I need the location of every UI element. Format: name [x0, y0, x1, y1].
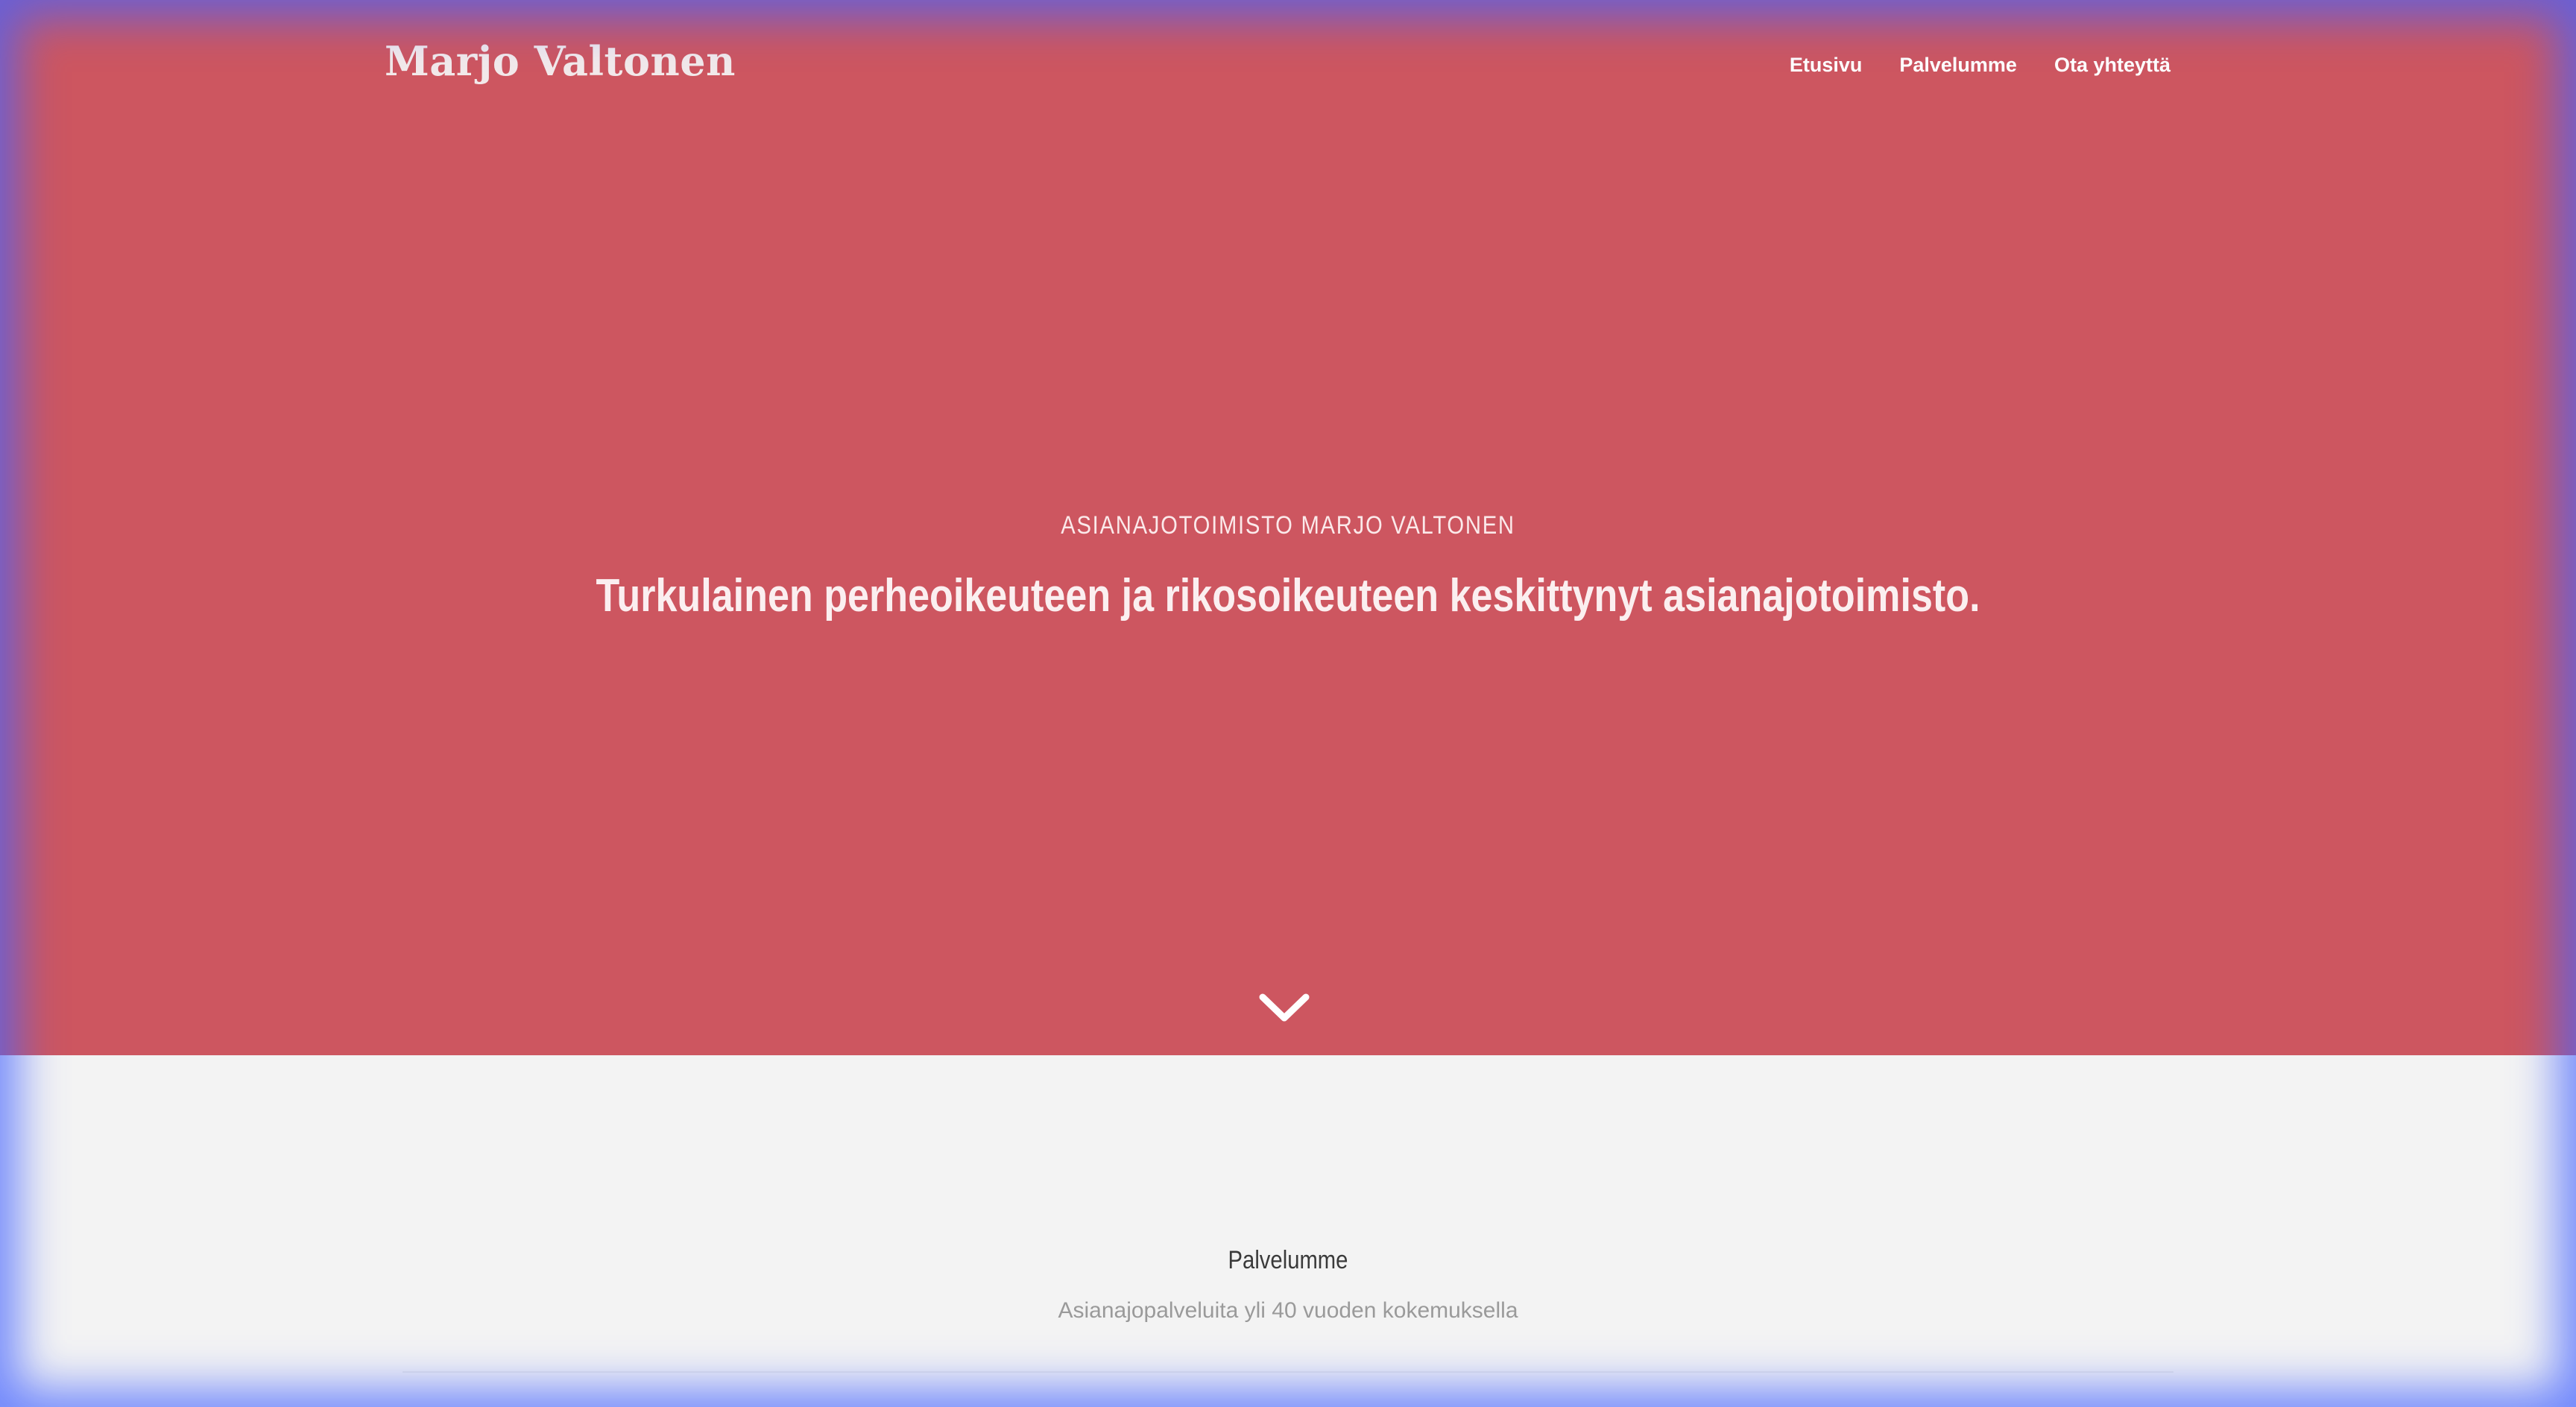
- services-subtitle: Asianajopalveluita yli 40 vuoden kokemuk…: [1058, 1298, 1518, 1323]
- hero-section: Marjo Valtonen Etusivu Palvelumme Ota yh…: [0, 0, 2576, 1055]
- page: Marjo Valtonen Etusivu Palvelumme Ota yh…: [0, 0, 2576, 1407]
- brand-logo[interactable]: Marjo Valtonen: [385, 37, 736, 85]
- nav-item-etusivu[interactable]: Etusivu: [1790, 54, 1863, 77]
- nav-item-ota-yhteytta[interactable]: Ota yhteyttä: [2054, 54, 2171, 77]
- services-title: Palvelumme: [1228, 1246, 1348, 1274]
- main-nav: Etusivu Palvelumme Ota yhteyttä: [1790, 54, 2171, 77]
- hero-headline: Turkulainen perheoikeuteen ja rikosoikeu…: [596, 570, 1980, 622]
- hero-eyebrow: ASIANAJOTOIMISTO MARJO VALTONEN: [1061, 511, 1515, 540]
- nav-item-palvelumme[interactable]: Palvelumme: [1899, 54, 2017, 77]
- scroll-down-button[interactable]: [1258, 991, 1310, 1025]
- section-divider: [402, 1371, 2174, 1373]
- chevron-down-icon: [1259, 993, 1310, 1022]
